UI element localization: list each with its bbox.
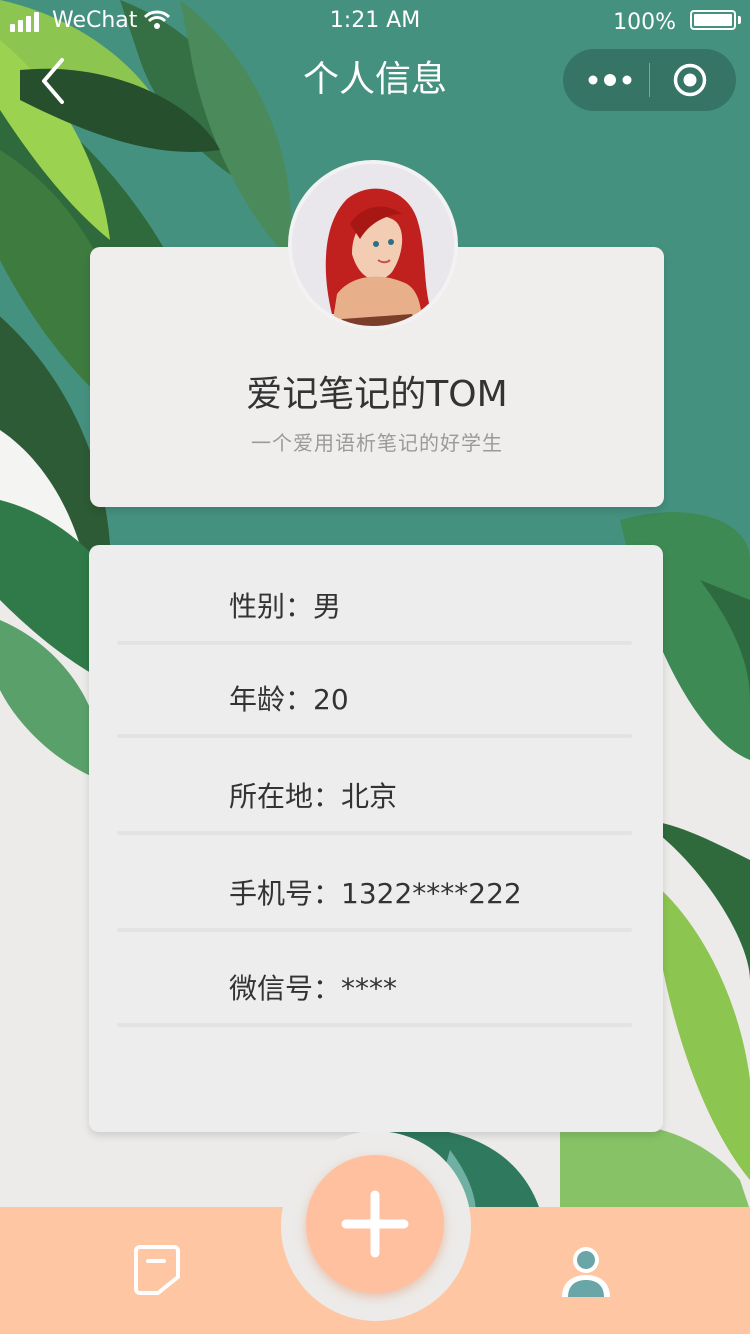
location-text: 所在地：北京 [229,780,398,813]
avatar[interactable] [288,160,458,330]
gender-text: 性别：男 [229,590,342,623]
wechat-text: 微信号：**** [229,972,398,1005]
notes-icon[interactable] [132,1243,182,1297]
info-row-wechat: 微信号：**** [117,967,632,1027]
more-icon[interactable] [585,69,635,91]
info-row-age: 年龄：20 [117,678,632,738]
battery-tip [738,16,741,24]
battery-icon [690,10,736,30]
add-note-button[interactable] [306,1155,444,1293]
profile-motto: 一个爱用语析笔记的好学生 [251,431,503,455]
add-icon [341,1190,409,1258]
row-divider [117,831,632,835]
target-icon[interactable] [673,63,707,97]
mini-program-capsule [563,49,736,111]
info-row-location: 所在地：北京 [117,775,632,835]
avatar-image [292,164,454,326]
phone-text: 手机号：1322****222 [229,877,522,910]
profile-name: 爱记笔记的TOM [246,374,508,415]
info-row-phone: 手机号：1322****222 [117,872,632,932]
user-icon[interactable] [556,1243,612,1299]
battery-percent: 100% [613,10,676,35]
info-row-gender: 性别：男 [117,585,632,645]
row-divider [117,1023,632,1027]
row-divider [117,641,632,645]
info-card: 性别：男 年龄：20 所在地：北京 手机号：1322****222 微信号：**… [89,545,663,1132]
status-bar: WeChat 1:21 AM 100% [0,0,750,44]
age-text: 年龄：20 [229,683,349,716]
row-divider [117,928,632,932]
capsule-divider [649,63,650,97]
row-divider [117,734,632,738]
